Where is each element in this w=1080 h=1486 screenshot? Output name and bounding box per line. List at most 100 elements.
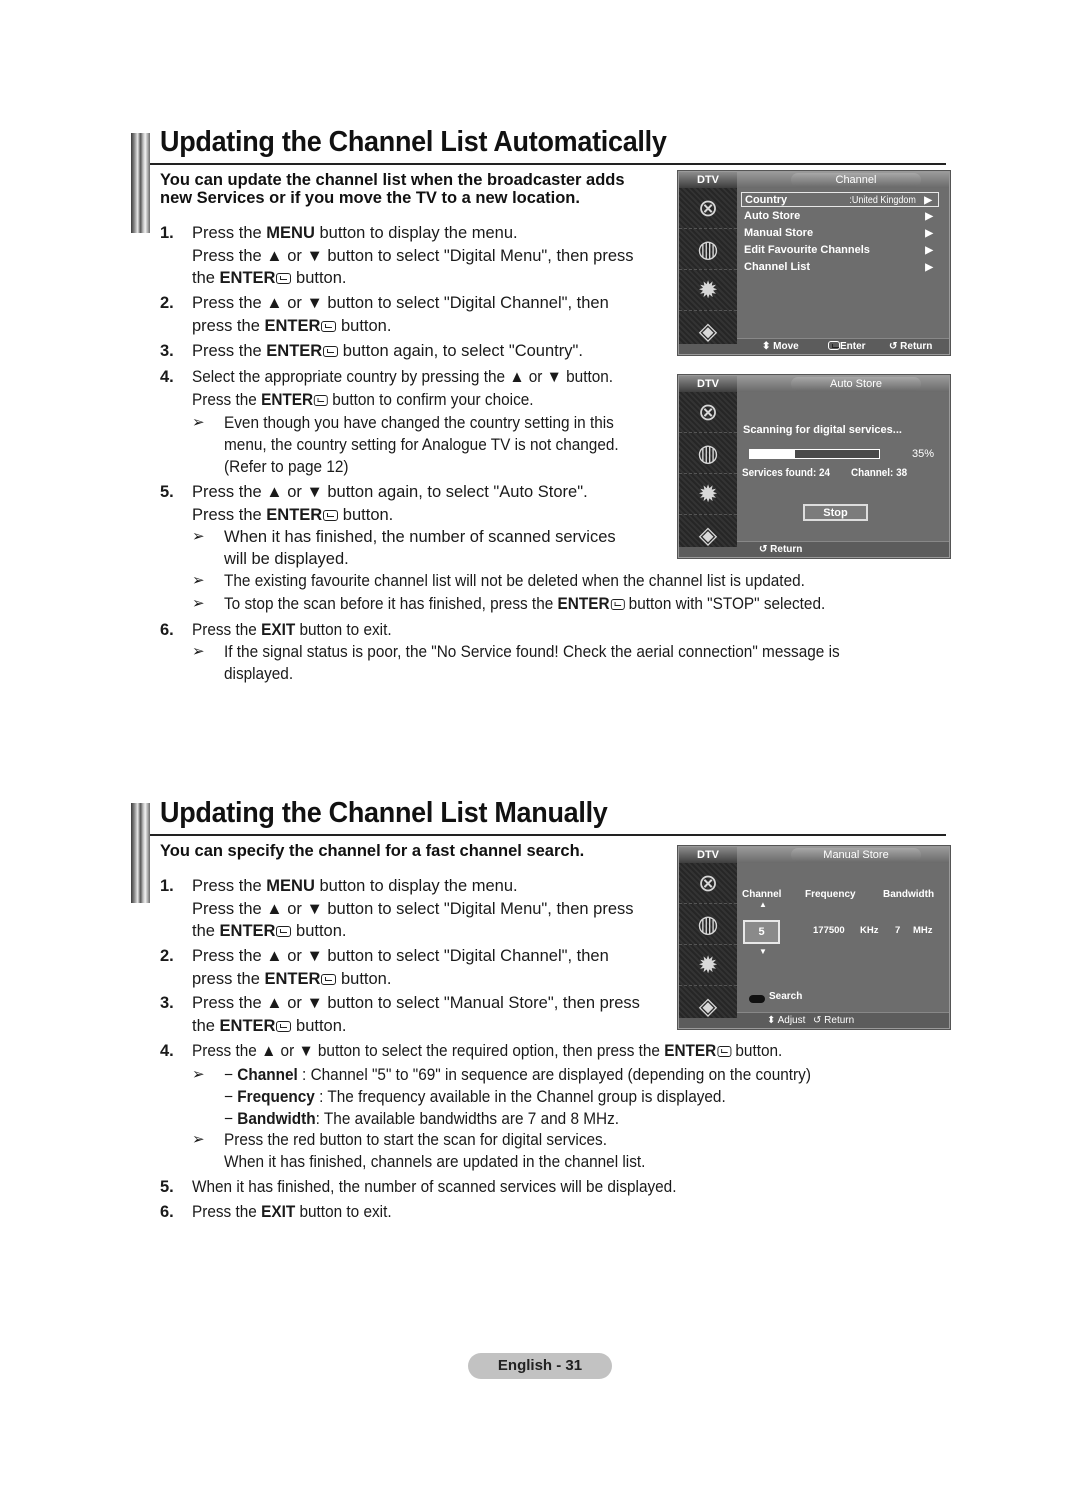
enter-icon (321, 973, 337, 985)
setup-icon[interactable]: ✹ (679, 945, 737, 986)
osd-title: Channel (791, 173, 921, 187)
picture-icon[interactable]: ⊗ (679, 863, 737, 904)
step-text: Press the ENTER button again, to select … (192, 342, 583, 360)
channel-number: Channel: 38 (851, 467, 908, 479)
menu-item-manual-store[interactable]: Manual Store ▶ (741, 226, 939, 241)
osd-title: Auto Store (791, 377, 921, 391)
scan-progress-bar (749, 449, 880, 459)
menu-item-label: Channel List (744, 261, 811, 273)
note-text: − Bandwidth: The available bandwidths ar… (224, 1110, 620, 1128)
enter-icon (828, 341, 840, 350)
note-text: − Channel : Channel "5" to "69" in seque… (224, 1066, 811, 1084)
step-text: Press the EXIT button to exit. (192, 621, 392, 639)
note-text: (Refer to page 12) (224, 458, 349, 476)
note-text: Even though you have changed the country… (224, 414, 614, 432)
enter-icon (610, 599, 625, 610)
step-text: Press the ENTER button to confirm your c… (192, 390, 534, 409)
note-text: To stop the scan before it has finished,… (224, 595, 826, 613)
step-number: 6. (160, 621, 174, 639)
column-bandwidth: Bandwidth (883, 889, 935, 900)
red-button-icon (749, 995, 765, 1003)
arrow-right-icon: ▶ (925, 211, 933, 222)
menu-item-country[interactable]: Country :United Kingdom ▶ (741, 192, 939, 207)
sound-icon[interactable]: ◍ (679, 229, 737, 270)
setup-icon[interactable]: ✹ (679, 474, 737, 515)
section-rule (150, 834, 946, 836)
enter-hint: Enter (827, 339, 866, 354)
picture-icon[interactable]: ⊗ (679, 188, 737, 229)
section-decoration-bar (131, 803, 150, 903)
enter-icon (321, 320, 337, 332)
osd-dtv-label: DTV (679, 847, 737, 863)
osd-title: Manual Store (791, 848, 921, 862)
menu-item-label: Country (745, 194, 788, 206)
sound-icon[interactable]: ◍ (679, 904, 737, 945)
return-hint: ↺ Return (759, 544, 803, 555)
arrow-right-icon: ▶ (925, 262, 933, 273)
step-number: 4. (160, 1042, 174, 1060)
step-number: 4. (160, 368, 174, 386)
step-text: Press the MENU button to display the men… (192, 224, 518, 242)
progress-percent: 35% (912, 448, 935, 460)
frequency-value: 177500 (813, 925, 845, 936)
enter-icon (276, 1020, 292, 1032)
adjust-hint: ⬍ Adjust (767, 1015, 806, 1026)
step-number: 1. (160, 224, 174, 242)
arrow-up-icon[interactable]: ▲ (759, 900, 767, 909)
osd-icon-column: ⊗ ◍ ✹ ◈ (679, 392, 737, 556)
step-number: 5. (160, 483, 174, 501)
return-hint: ↺ Return (813, 1015, 855, 1026)
bandwidth-unit: MHz (913, 925, 933, 936)
channel-input[interactable]: 5 (743, 920, 780, 944)
note-text: will be displayed. (224, 550, 349, 568)
search-hint[interactable]: Search (769, 991, 802, 1002)
osd-manual-store: DTV Manual Store ⊗ ◍ ✹ ◈ Channel Frequen… (678, 846, 950, 1029)
arrow-right-icon: ▶ (925, 245, 933, 256)
step-number: 3. (160, 342, 174, 360)
setup-icon[interactable]: ✹ (679, 270, 737, 311)
progress-fill (750, 450, 796, 458)
step-text: the ENTER button. (192, 1016, 347, 1035)
note-text: The existing favourite channel list will… (224, 572, 805, 590)
note-text: When it has finished, the number of scan… (224, 528, 616, 546)
osd-footer: ⬍ Adjust ↺ Return (737, 1012, 949, 1028)
osd-footer-left (679, 344, 737, 354)
menu-item-edit-favourite[interactable]: Edit Favourite Channels ▶ (741, 243, 939, 258)
osd-dtv-label: DTV (679, 376, 737, 392)
step-text: the ENTER button. (192, 922, 347, 940)
stop-button[interactable]: Stop (803, 504, 868, 521)
picture-icon[interactable]: ⊗ (679, 392, 737, 433)
step-text: press the ENTER button. (192, 316, 392, 335)
intro-line: new Services or if you move the TV to a … (160, 189, 580, 207)
step-text: Press the ▲ or ▼ button to select "Digit… (192, 899, 634, 918)
note-text: menu, the country setting for Analogue T… (224, 436, 619, 454)
menu-item-channel-list[interactable]: Channel List ▶ (741, 260, 939, 275)
note-text: When it has finished, channels are updat… (224, 1153, 646, 1171)
menu-item-auto-store[interactable]: Auto Store ▶ (741, 209, 939, 224)
step-text: Press the ▲ or ▼ button to select "Digit… (192, 294, 609, 312)
osd-footer: ↺ Return (737, 541, 949, 557)
move-hint: ⬍ Move (762, 341, 799, 352)
step-text: Press the ▲ or ▼ button to select "Manua… (192, 994, 640, 1012)
sound-icon[interactable]: ◍ (679, 433, 737, 474)
enter-icon (276, 273, 292, 284)
step-number: 3. (160, 994, 174, 1012)
step-number: 5. (160, 1178, 174, 1196)
column-channel: Channel (742, 889, 782, 900)
menu-item-label: Edit Favourite Channels (744, 244, 870, 256)
note-arrow-icon: ➢ (192, 1066, 205, 1083)
step-text: Press the ▲ or ▼ button again, to select… (192, 483, 588, 501)
step-text: press the ENTER button. (192, 969, 392, 988)
osd-footer-left (679, 547, 737, 557)
services-found: Services found: 24 (742, 467, 831, 479)
arrow-down-icon[interactable]: ▼ (759, 947, 767, 956)
note-text: Press the red button to start the scan f… (224, 1131, 607, 1149)
menu-item-label: Auto Store (744, 210, 801, 222)
note-arrow-icon: ➢ (192, 528, 205, 545)
step-text: Press the ▲ or ▼ button to select "Digit… (192, 246, 634, 265)
scanning-status: Scanning for digital services... (743, 424, 902, 436)
note-arrow-icon: ➢ (192, 643, 205, 660)
osd-channel-menu: DTV Channel ⊗ ◍ ✹ ◈ Country :United King… (678, 171, 950, 355)
step-text: Press the EXIT button to exit. (192, 1203, 392, 1221)
step-text: Press the MENU button to display the men… (192, 877, 518, 895)
